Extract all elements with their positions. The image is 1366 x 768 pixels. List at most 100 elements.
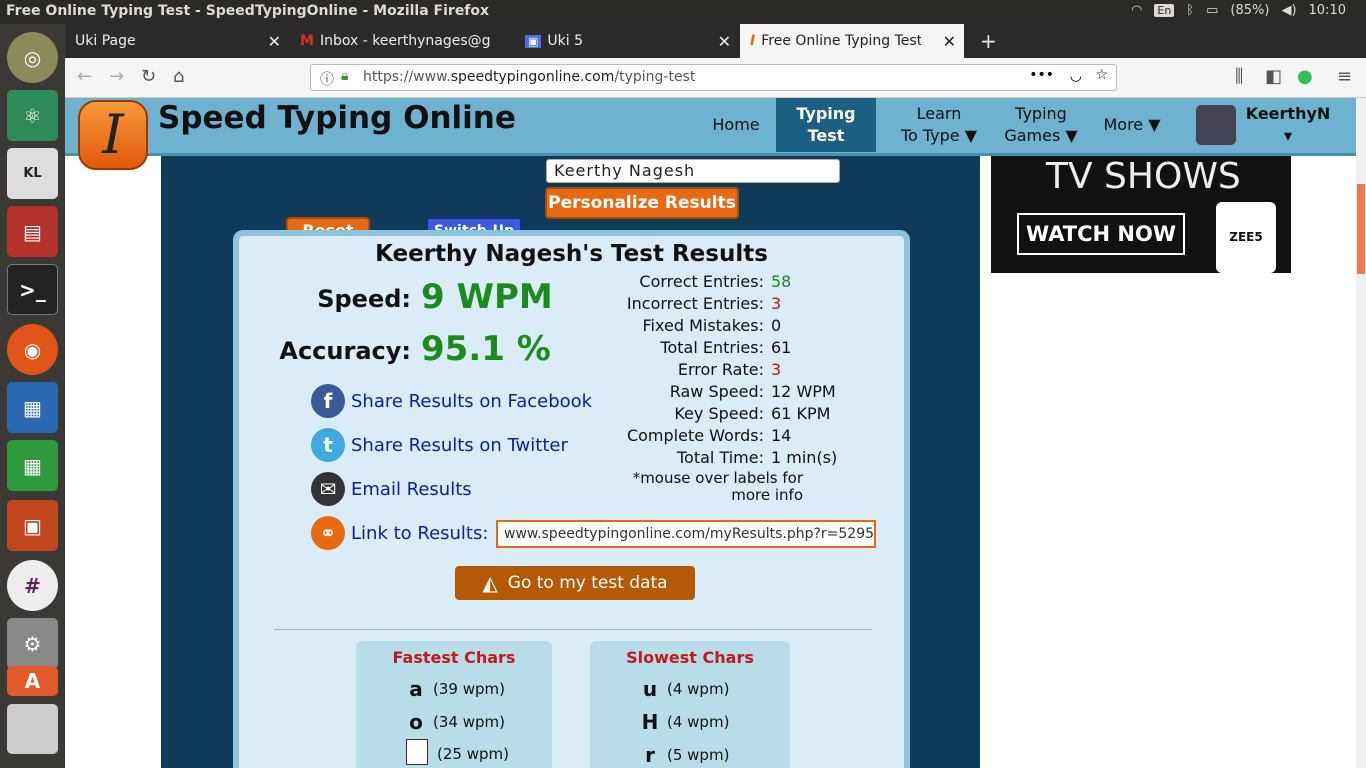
wifi-icon[interactable]: ◠ xyxy=(1131,3,1142,18)
tab-uki-page[interactable]: Uki Page ✕ xyxy=(65,24,289,58)
user-avatar[interactable] xyxy=(1196,98,1236,152)
tab-typing-test[interactable]: I Free Online Typing Test ✕ xyxy=(740,24,964,58)
library-icon[interactable]: ⫼ xyxy=(1235,66,1243,87)
email-results-link[interactable]: ✉ Email Results xyxy=(311,471,472,507)
site-logo[interactable]: I xyxy=(78,100,148,170)
nav-learn-to-type[interactable]: Learn To Type ▼ xyxy=(891,98,987,152)
close-icon[interactable]: ✕ xyxy=(268,32,281,51)
ad-cta: WATCH NOW xyxy=(1017,213,1185,255)
close-icon[interactable]: ✕ xyxy=(943,32,956,51)
link-label: Share Results on Facebook xyxy=(351,390,593,412)
slack-icon[interactable]: # xyxy=(7,560,58,611)
ad-headline: TV SHOWS xyxy=(1046,156,1241,197)
stat-label[interactable]: Fixed Mistakes: xyxy=(643,316,764,335)
lock-icon[interactable]: 🔒︎ xyxy=(341,68,348,84)
personalize-results-button[interactable]: Personalize Results xyxy=(545,187,739,219)
language-indicator[interactable]: En xyxy=(1154,4,1175,17)
close-icon[interactable]: ✕ xyxy=(718,32,731,51)
nav-label: Typing xyxy=(1015,104,1067,123)
forward-icon[interactable]: → xyxy=(109,66,124,87)
atom-editor-icon[interactable]: ⚛ xyxy=(7,90,58,141)
stat-fixed-mistakes: Fixed Mistakes: 0 xyxy=(619,316,899,338)
home-icon[interactable]: ⌂ xyxy=(173,66,184,87)
fastest-char-row: (25 wpm) xyxy=(356,739,552,768)
stat-label[interactable]: Key Speed: xyxy=(674,404,764,423)
share-twitter-link[interactable]: t Share Results on Twitter xyxy=(311,427,568,463)
terminal-icon[interactable]: >_ xyxy=(7,264,58,315)
stat-incorrect-entries: Incorrect Entries: 3 xyxy=(619,294,899,316)
bluetooth-icon[interactable]: ᛒ xyxy=(1186,3,1194,18)
system-tray: ◠ En ᛒ ▭ (85%) ◀) 10:10 xyxy=(1131,3,1346,18)
stat-total-time: Total Time: 1 min(s) xyxy=(619,448,899,470)
slowest-chars-box: Slowest Chars u (4 wpm) H (4 wpm) r (5 wpm) xyxy=(590,641,790,768)
site-name[interactable]: Speed Typing Online xyxy=(158,100,516,136)
fastest-char-row: a (39 wpm) xyxy=(356,677,552,707)
stat-total-entries: Total Entries: 61 xyxy=(619,338,899,360)
scrollbar-thumb[interactable] xyxy=(1357,184,1365,274)
tab-uki-5[interactable]: ▣ Uki 5 ✕ xyxy=(515,24,739,58)
char-glyph: u xyxy=(642,677,658,701)
stat-label[interactable]: Total Time: xyxy=(677,448,764,467)
bookmark-star-icon[interactable]: ☆ xyxy=(1095,67,1108,83)
nav-label: Test xyxy=(807,126,845,145)
pocket-icon[interactable]: ◡ xyxy=(1070,68,1082,84)
calc-icon[interactable]: ▦ xyxy=(7,440,58,491)
firefox-icon[interactable]: ◉ xyxy=(7,324,58,375)
note-line: more info xyxy=(731,486,803,504)
stat-key-speed: Key Speed: 61 KPM xyxy=(619,404,899,426)
stat-label[interactable]: Correct Entries: xyxy=(639,272,764,291)
settings-icon[interactable]: ⚙ xyxy=(7,618,58,669)
user-menu[interactable]: KeerthyN ▾ xyxy=(1243,98,1333,152)
reload-icon[interactable]: ↻ xyxy=(141,66,156,87)
stat-label[interactable]: Complete Words: xyxy=(627,426,764,445)
page-actions-icon[interactable]: ••• xyxy=(1029,67,1054,83)
file-manager-icon[interactable]: ▤ xyxy=(7,206,58,257)
writer-icon[interactable]: ▦ xyxy=(7,382,58,433)
fastest-chars-box: Fastest Chars a (39 wpm) o (34 wpm) (25 wp… xyxy=(356,641,552,768)
volume-icon[interactable]: ◀) xyxy=(1281,3,1296,18)
impress-icon[interactable]: ▣ xyxy=(7,500,58,551)
divider xyxy=(274,629,872,630)
link-label: Link to Results: xyxy=(351,522,489,544)
grammarly-icon[interactable]: ● xyxy=(1297,66,1313,87)
keyboard-app-icon[interactable]: KL xyxy=(7,148,58,199)
tab-inbox[interactable]: M Inbox - keerthynages@g xyxy=(290,24,514,58)
workspace-switcher-icon[interactable] xyxy=(7,704,58,754)
stat-value: 14 xyxy=(771,426,792,445)
stat-label[interactable]: Total Entries: xyxy=(660,338,764,357)
stat-label[interactable]: Incorrect Entries: xyxy=(627,294,764,313)
results-link-field[interactable]: www.speedtypingonline.com/myResults.php?… xyxy=(496,520,876,548)
accuracy-label[interactable]: Accuracy: xyxy=(269,337,411,365)
software-center-icon[interactable]: A xyxy=(7,666,58,696)
nav-home[interactable]: Home xyxy=(701,98,771,152)
os-top-bar: Free Online Typing Test - SpeedTypingOnl… xyxy=(0,0,1366,24)
stat-label[interactable]: Raw Speed: xyxy=(670,382,764,401)
speed-label[interactable]: Speed: xyxy=(269,285,411,313)
nav-label: To Type ▼ xyxy=(900,126,978,145)
nav-typing-games[interactable]: Typing Games ▼ xyxy=(999,98,1083,152)
advertisement[interactable]: TV SHOWS WATCH NOW ZEE5 xyxy=(991,156,1291,273)
slowest-char-row: H (4 wpm) xyxy=(590,710,786,740)
info-icon[interactable]: ⓘ xyxy=(320,69,334,89)
new-tab-button[interactable]: + xyxy=(970,24,1007,58)
results-title: Keerthy Nagesh's Test Results xyxy=(375,241,768,267)
clock[interactable]: 10:10 xyxy=(1309,3,1346,18)
page-scrollbar[interactable] xyxy=(1356,98,1366,768)
name-field[interactable]: Keerthy Nagesh xyxy=(546,159,840,183)
link-to-results[interactable]: ⚭ Link to Results: xyxy=(311,515,488,551)
sidebar-icon[interactable]: ◧ xyxy=(1265,66,1282,87)
share-facebook-link[interactable]: f Share Results on Facebook xyxy=(311,383,592,419)
navigation-bar: ← → ↻ ⌂ ⓘ 🔒︎ https://www.speedtypingonli… xyxy=(65,58,1366,98)
url-bar[interactable]: ⓘ 🔒︎ https://www.speedtypingonline.com/t… xyxy=(310,64,1117,91)
menu-icon[interactable]: ≡ xyxy=(1337,66,1352,87)
go-to-test-data-button[interactable]: ◭ Go to my test data xyxy=(455,566,695,600)
battery-icon[interactable]: ▭ xyxy=(1206,3,1218,18)
back-icon[interactable]: ← xyxy=(77,66,92,87)
stat-label[interactable]: Error Rate: xyxy=(678,360,764,379)
nav-more[interactable]: More ▼ xyxy=(1089,98,1175,152)
speed-value: 9 WPM xyxy=(421,277,553,317)
link-icon: ⚭ xyxy=(311,516,345,550)
nav-typing-test[interactable]: Typing Test xyxy=(776,98,876,152)
nav-label: Learn xyxy=(916,104,962,123)
ubuntu-icon[interactable]: ◎ xyxy=(7,32,58,83)
